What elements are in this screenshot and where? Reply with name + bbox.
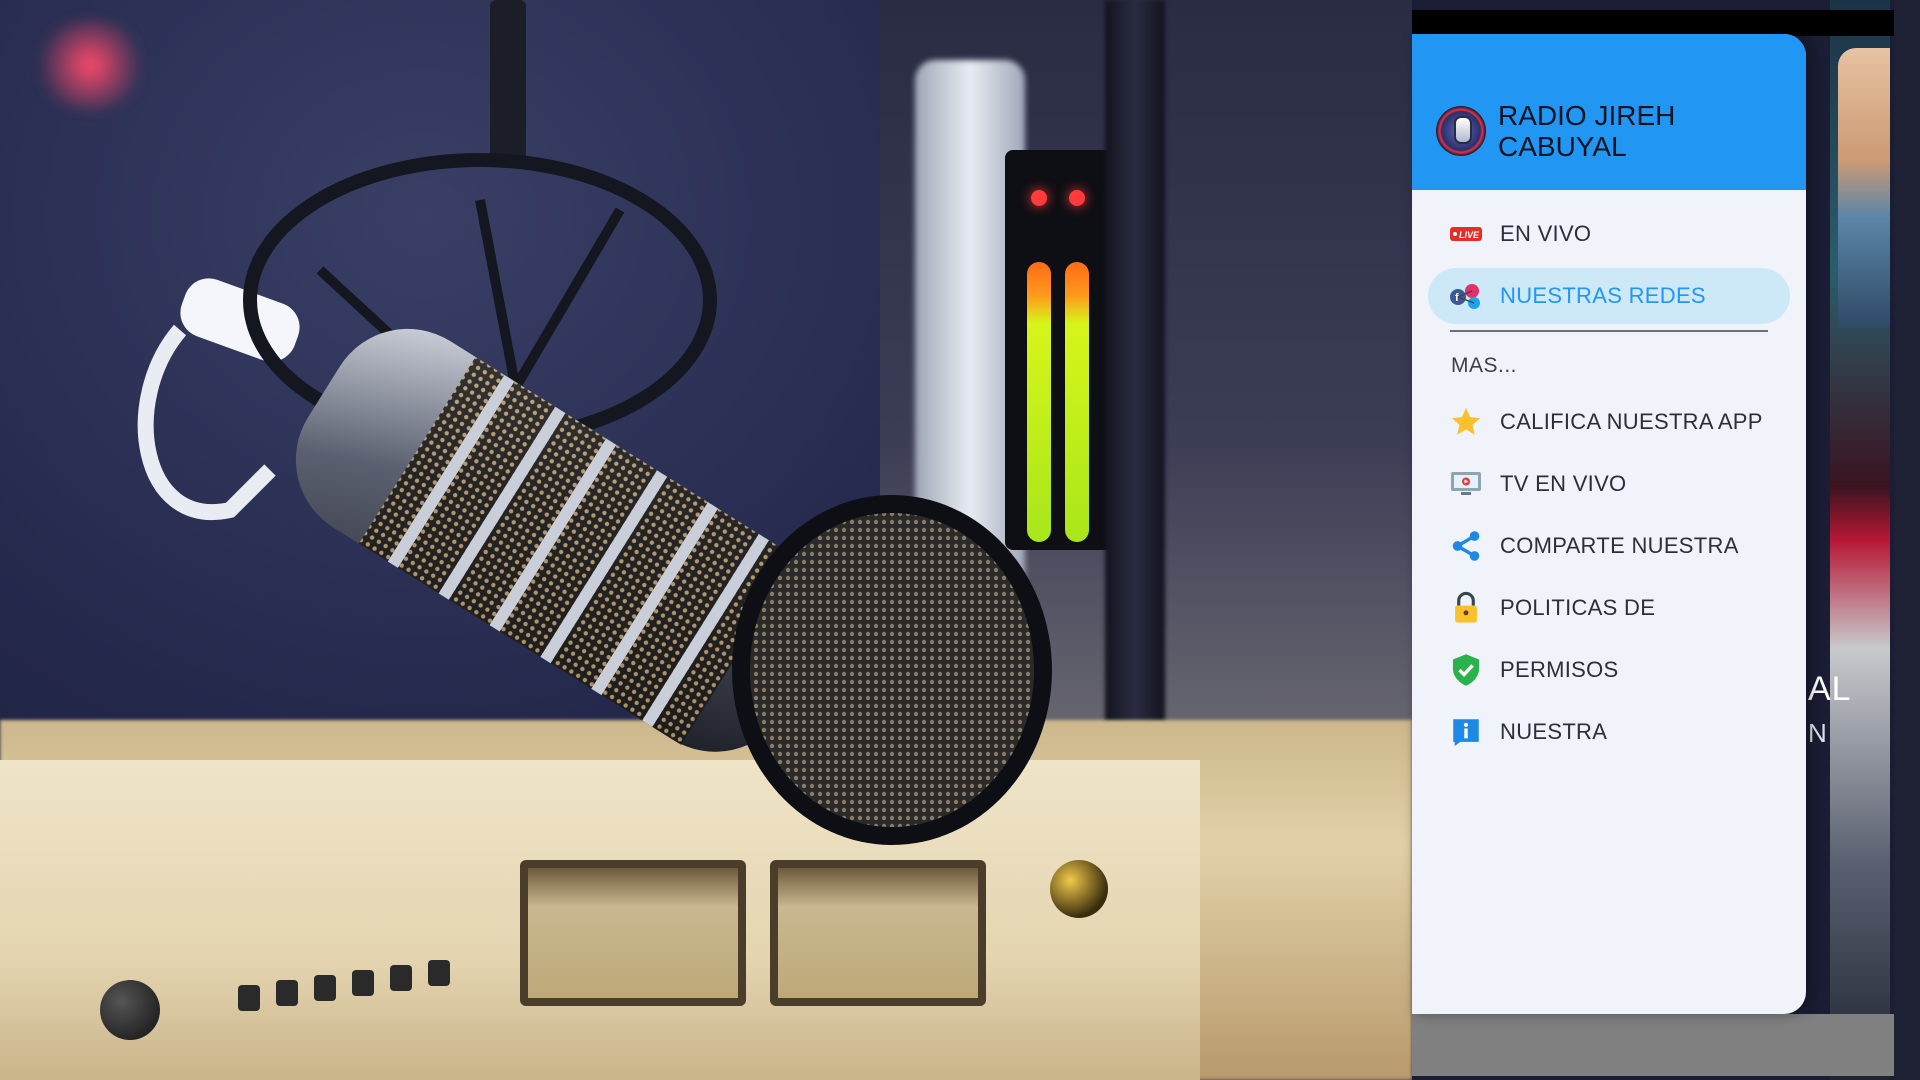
microphone-illustration xyxy=(137,153,1052,845)
navigation-drawer: RADIO JIREH CABUYAL LIVE EN VIVO f NUEST… xyxy=(1412,34,1806,1014)
live-badge-text: LIVE xyxy=(1459,230,1480,240)
drawer-header: RADIO JIREH CABUYAL xyxy=(1412,34,1806,190)
microphone-icon xyxy=(1454,116,1472,144)
vu-bar xyxy=(1065,262,1089,542)
window-frame xyxy=(1894,0,1920,1080)
menu-item-label: NUESTRA xyxy=(1500,719,1608,744)
star-icon xyxy=(1446,402,1486,442)
menu-divider xyxy=(1450,330,1768,332)
tv-icon xyxy=(1446,464,1486,504)
menu-item-tv-en-vivo[interactable]: TV EN VIVO xyxy=(1428,456,1790,512)
menu-item-nuestra[interactable]: NUESTRA xyxy=(1428,704,1790,760)
social-networks-icon: f xyxy=(1446,276,1486,316)
menu-item-label: EN VIVO xyxy=(1500,221,1592,246)
menu-item-label: TV EN VIVO xyxy=(1500,471,1627,496)
share-icon xyxy=(1446,526,1486,566)
background-light xyxy=(30,20,150,110)
vu-led xyxy=(1069,190,1085,206)
lock-icon xyxy=(1446,588,1486,628)
menu-item-label: CALIFICA NUESTRA APP xyxy=(1500,409,1763,434)
background-app-text: AL xyxy=(1808,670,1852,708)
menu-item-label: COMPARTE NUESTRA xyxy=(1500,533,1739,558)
background-app-text: N xyxy=(1808,718,1827,748)
menu-item-label: NUESTRAS REDES xyxy=(1500,283,1706,308)
menu-item-califica-app[interactable]: CALIFICA NUESTRA APP xyxy=(1428,394,1790,450)
console-knob xyxy=(100,980,160,1040)
menu-item-label: PERMISOS xyxy=(1500,657,1619,682)
menu-item-en-vivo[interactable]: LIVE EN VIVO xyxy=(1428,206,1790,262)
background-photo xyxy=(0,0,1412,1080)
navigation-bar xyxy=(1412,1014,1894,1076)
section-title-mas: MAS... xyxy=(1451,354,1518,377)
menu-item-politicas[interactable]: POLITICAS DE xyxy=(1428,580,1790,636)
app-title: RADIO JIREH CABUYAL xyxy=(1498,100,1676,162)
menu-item-label: POLITICAS DE xyxy=(1500,595,1656,620)
info-icon xyxy=(1446,712,1486,752)
shield-check-icon xyxy=(1446,650,1486,690)
app-logo xyxy=(1436,106,1486,156)
menu-item-permisos[interactable]: PERMISOS xyxy=(1428,642,1790,698)
background-app-image xyxy=(1838,48,1890,328)
drawer-menu: LIVE EN VIVO f NUESTRAS REDES MAS... CAL… xyxy=(1412,190,1806,760)
svg-text:f: f xyxy=(1455,292,1459,304)
menu-item-nuestras-redes[interactable]: f NUESTRAS REDES xyxy=(1428,268,1790,324)
status-bar xyxy=(1412,10,1894,36)
menu-item-comparte[interactable]: COMPARTE NUESTRA xyxy=(1428,518,1790,574)
live-badge-icon: LIVE xyxy=(1446,214,1486,254)
mic-arm xyxy=(490,0,526,160)
